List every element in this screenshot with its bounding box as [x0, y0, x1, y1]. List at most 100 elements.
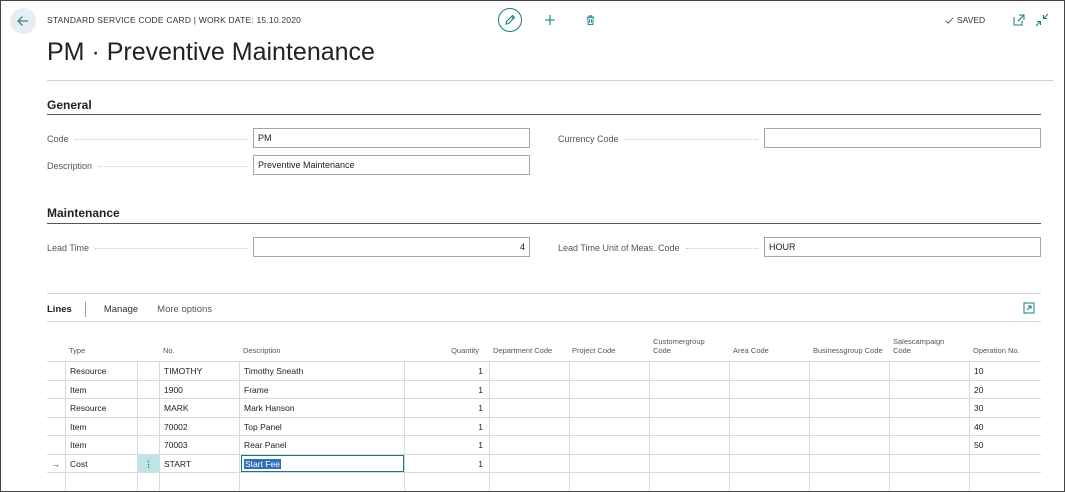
general-section-heading[interactable]: General — [47, 98, 92, 112]
businessgroup-code-cell[interactable] — [809, 436, 889, 455]
no-cell[interactable]: 70003 — [159, 436, 239, 455]
column-header-operation-no[interactable]: Operation No. — [973, 331, 1041, 361]
quantity-cell[interactable]: 1 — [404, 454, 489, 473]
column-header-no[interactable]: No. — [163, 331, 233, 361]
operation-no-cell[interactable]: 40 — [969, 417, 1041, 436]
table-row[interactable]: Item 70002 Top Panel 1 40 — [47, 416, 1041, 437]
salescampaign-code-cell[interactable] — [889, 380, 969, 399]
area-code-cell[interactable] — [729, 362, 809, 381]
quantity-cell[interactable]: 1 — [404, 399, 489, 418]
salescampaign-code-cell[interactable] — [889, 417, 969, 436]
column-header-area-code[interactable]: Area Code — [733, 331, 803, 361]
maintenance-section-heading[interactable]: Maintenance — [47, 206, 120, 220]
project-code-cell[interactable] — [569, 380, 649, 399]
collapse-button[interactable] — [1035, 13, 1049, 27]
area-code-cell[interactable] — [729, 399, 809, 418]
lines-expand-button[interactable] — [1023, 301, 1035, 314]
operation-no-cell[interactable]: 10 — [969, 362, 1041, 381]
businessgroup-code-cell[interactable] — [809, 362, 889, 381]
column-header-businessgroup-code[interactable]: Businessgroup Code — [813, 331, 883, 361]
no-cell[interactable]: START — [159, 454, 239, 473]
row-menu-cell[interactable] — [137, 362, 159, 381]
manage-menu[interactable]: Manage — [104, 304, 138, 315]
new-button[interactable] — [542, 10, 558, 30]
row-menu-button[interactable]: ⋮ — [137, 454, 159, 473]
salescampaign-code-cell[interactable] — [889, 473, 969, 491]
no-cell[interactable]: MARK — [159, 399, 239, 418]
table-row[interactable]: Item 70003 Rear Panel 1 50 — [47, 435, 1041, 455]
code-field[interactable]: PM — [253, 128, 530, 148]
customergroup-code-cell[interactable] — [649, 436, 729, 455]
project-code-cell[interactable] — [569, 399, 649, 418]
department-code-cell[interactable] — [489, 417, 569, 436]
no-cell[interactable]: 70002 — [159, 417, 239, 436]
row-menu-cell[interactable] — [137, 436, 159, 455]
type-cell[interactable]: Resource — [65, 399, 137, 418]
quantity-cell[interactable]: 1 — [404, 417, 489, 436]
salescampaign-code-cell[interactable] — [889, 362, 969, 381]
project-code-cell[interactable] — [569, 436, 649, 455]
description-field[interactable]: Preventive Maintenance — [253, 155, 530, 175]
businessgroup-code-cell[interactable] — [809, 454, 889, 473]
no-cell[interactable] — [159, 473, 239, 491]
column-header-type[interactable]: Type — [69, 331, 139, 361]
row-menu-cell[interactable] — [137, 417, 159, 436]
quantity-cell[interactable]: 1 — [404, 380, 489, 399]
description-cell[interactable]: Frame — [239, 380, 404, 399]
type-cell[interactable]: Item — [65, 436, 137, 455]
department-code-cell[interactable] — [489, 436, 569, 455]
lead-time-unit-field[interactable]: HOUR — [764, 237, 1041, 257]
column-header-department-code[interactable]: Department Code — [493, 331, 555, 361]
edit-button[interactable] — [498, 8, 522, 32]
row-marker-cell[interactable] — [47, 418, 65, 437]
row-menu-cell[interactable] — [137, 399, 159, 418]
table-row[interactable]: Resource TIMOTHY Timothy Sneath 1 10 — [47, 361, 1041, 381]
description-cell[interactable] — [239, 473, 404, 491]
description-cell[interactable]: Rear Panel — [239, 436, 404, 455]
row-menu-cell[interactable] — [137, 473, 159, 491]
column-header-project-code[interactable]: Project Code — [572, 331, 642, 361]
project-code-cell[interactable] — [569, 454, 649, 473]
lead-time-field[interactable]: 4 — [253, 237, 530, 257]
quantity-cell[interactable] — [404, 473, 489, 491]
customergroup-code-cell[interactable] — [649, 473, 729, 491]
area-code-cell[interactable] — [729, 436, 809, 455]
type-cell[interactable]: Cost — [65, 454, 137, 473]
salescampaign-code-cell[interactable] — [889, 454, 969, 473]
area-code-cell[interactable] — [729, 473, 809, 491]
column-header-customergroup-code[interactable]: Customergroup Code — [653, 331, 723, 361]
column-header-salescampaign-code[interactable]: Salescampaign Code — [893, 331, 963, 361]
description-cell[interactable]: Timothy Sneath — [239, 362, 404, 381]
project-code-cell[interactable] — [569, 473, 649, 491]
customergroup-code-cell[interactable] — [649, 380, 729, 399]
table-row-empty[interactable] — [47, 472, 1041, 491]
businessgroup-code-cell[interactable] — [809, 417, 889, 436]
back-button[interactable] — [10, 8, 36, 34]
area-code-cell[interactable] — [729, 380, 809, 399]
table-row-current[interactable]: → Cost ⋮ START Start Fee 1 — [47, 453, 1041, 473]
operation-no-cell[interactable]: 30 — [969, 399, 1041, 418]
quantity-cell[interactable]: 1 — [404, 436, 489, 455]
area-code-cell[interactable] — [729, 454, 809, 473]
description-selected-text[interactable]: Start Fee — [244, 458, 281, 469]
description-editor[interactable]: Start Fee — [241, 454, 404, 472]
operation-no-cell[interactable]: 50 — [969, 436, 1041, 455]
type-cell[interactable]: Resource — [65, 362, 137, 381]
row-marker-cell[interactable] — [47, 473, 65, 491]
type-cell[interactable]: Item — [65, 380, 137, 399]
businessgroup-code-cell[interactable] — [809, 380, 889, 399]
department-code-cell[interactable] — [489, 473, 569, 491]
type-cell[interactable]: Item — [65, 417, 137, 436]
operation-no-cell[interactable] — [969, 473, 1041, 491]
no-cell[interactable]: TIMOTHY — [159, 362, 239, 381]
no-cell[interactable]: 1900 — [159, 380, 239, 399]
department-code-cell[interactable] — [489, 399, 569, 418]
delete-button[interactable] — [582, 10, 598, 30]
table-row[interactable]: Resource MARK Mark Hanson 1 30 — [47, 398, 1041, 418]
description-cell[interactable]: Start Fee — [239, 454, 404, 473]
department-code-cell[interactable] — [489, 362, 569, 381]
project-code-cell[interactable] — [569, 362, 649, 381]
row-menu-cell[interactable] — [137, 380, 159, 399]
popout-button[interactable] — [1012, 13, 1026, 27]
description-cell[interactable]: Top Panel — [239, 417, 404, 436]
